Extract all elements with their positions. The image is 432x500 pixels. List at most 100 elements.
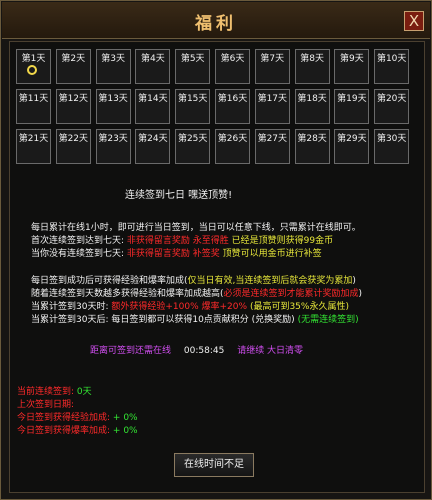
day-cell[interactable]: 第10天: [374, 49, 410, 84]
sign-in-button[interactable]: 在线时间不足: [174, 453, 254, 477]
stat-last-date-label: 上次签到日期:: [17, 400, 75, 410]
day-cell[interactable]: 第30天: [374, 129, 410, 164]
status-note: 请继续 大日清零: [237, 346, 304, 356]
day-label: 第6天: [220, 54, 245, 64]
day-label: 第26天: [217, 134, 248, 144]
day-cell[interactable]: 第24天: [135, 129, 171, 164]
info-line-3-label: 当你没有连续签到七天:: [31, 249, 125, 259]
day-cell[interactable]: 第9天: [334, 49, 370, 84]
info-line-7-b: (无需连续签到): [297, 315, 359, 325]
day-label: 第24天: [138, 134, 168, 144]
day-label: 第11天: [18, 94, 49, 104]
stat-drop-value: + 0%: [112, 426, 138, 436]
day-cell[interactable]: 第4天: [135, 49, 171, 84]
day-label: 第13天: [98, 94, 128, 104]
info-line-6: 当累计签到30天时: 额外获得经验+100% 爆率+20% (最高可到35%永久…: [31, 301, 349, 313]
day-cell[interactable]: 第18天: [294, 89, 330, 124]
day-label: 第20天: [376, 94, 407, 104]
day-label: 第17天: [257, 94, 288, 104]
day-label: 第8天: [300, 54, 324, 64]
day-cell[interactable]: 第16天: [215, 89, 250, 124]
day-label: 第23天: [98, 134, 128, 144]
day-cell[interactable]: 第7天: [254, 49, 290, 84]
day-cell[interactable]: 第28天: [294, 129, 330, 164]
day-label: 第2天: [61, 54, 86, 64]
countdown-timer: 00:58:45: [183, 346, 225, 356]
day-cell[interactable]: 第8天: [294, 49, 330, 84]
stat-streak: 当前连续签到: 0天: [17, 386, 92, 398]
day-cell[interactable]: 第21天: [16, 129, 51, 164]
day-label: 第14天: [138, 94, 168, 104]
day-cell[interactable]: 第27天: [254, 129, 290, 164]
info-line-6-b: 额外获得经验+100% 爆率+20%: [111, 302, 248, 312]
day-label: 第4天: [141, 54, 165, 64]
stat-exp-value: + 0%: [112, 413, 138, 423]
day-label: 第19天: [337, 94, 367, 104]
day-cell[interactable]: 第14天: [135, 89, 171, 124]
info-line-1: 每日累计在线1小时，即可进行当日签到，当日可以任意下线，只需累计在线即可。: [31, 223, 361, 233]
stat-streak-label: 当前连续签到:: [17, 387, 75, 397]
day-label: 第22天: [58, 134, 89, 144]
day-cell[interactable]: 第13天: [95, 89, 131, 124]
day-cell[interactable]: 第2天: [55, 49, 91, 84]
info-line-7-a: 当累计签到30天后: 每日签到都可以获得10点贡献积分 (兑换奖励): [31, 315, 295, 325]
info-line-4-d: ): [352, 276, 356, 286]
day-label: 第5天: [180, 54, 205, 64]
window: 福利 X 第1天 第2天 第3天 第4天 第5天 第6天 第7天 第8天 第9天 第10天第11天…: [0, 0, 432, 500]
day-label: 第1天: [21, 54, 46, 64]
status-line: 距离可签到还需在线 00:58:45 请继续 大日清零: [90, 345, 303, 357]
info-line-2-reward: 非获得留言奖励 永至得胜: [126, 236, 229, 246]
close-button[interactable]: X: [404, 11, 424, 31]
stat-drop: 今日签到获得爆率加成: + 0%: [17, 425, 138, 437]
info-line-6-a: 当累计签到30天时:: [31, 302, 109, 312]
content-panel: 第1天 第2天 第3天 第4天 第5天 第6天 第7天 第8天 第9天 第10天 第11天 第12天第…: [9, 41, 425, 493]
day-label: 第15天: [177, 94, 208, 104]
day-cell[interactable]: 第6天: [215, 49, 250, 84]
day-cell[interactable]: 第19天: [334, 89, 370, 124]
day-label: 第7天: [260, 54, 285, 64]
day-cell[interactable]: 第23天: [95, 129, 131, 164]
day-cell[interactable]: 第3天: [95, 49, 131, 84]
day-label: 第10天: [376, 54, 407, 64]
day-label: 第9天: [340, 54, 364, 64]
day-label: 第30天: [376, 134, 407, 144]
day-cell[interactable]: 第11天: [16, 89, 51, 124]
info-line-2-note: 已经是顶赞则获得99金币: [231, 236, 334, 246]
day-cell[interactable]: 第15天: [175, 89, 211, 124]
info-line-3: 当你没有连续签到七天: 非获得留言奖励 补签奖 顶赞可以用金币进行补签: [31, 248, 322, 260]
day-cell[interactable]: 第5天: [175, 49, 211, 84]
day-label: 第16天: [217, 94, 248, 104]
window-title: 福利: [195, 14, 237, 34]
day-label: 第18天: [297, 94, 327, 104]
info-line-2: 首次连续签到达到七天: 非获得留言奖励 永至得胜 已经是顶赞则获得99金币: [31, 235, 333, 247]
info-line-2-label: 首次连续签到达到七天:: [31, 236, 125, 246]
info-line-3-note: 顶赞可以用金币进行补签: [222, 249, 322, 259]
day-cell[interactable]: 第29天: [334, 129, 370, 164]
info-line-5-c: ): [358, 289, 363, 299]
info-line-5: 随着连续签到天数越多获得经验和爆率加成越高(必须是连续签到才能累计奖励加成): [31, 288, 362, 300]
day-cell[interactable]: 第20天: [374, 89, 410, 124]
day-cell[interactable]: 第12天: [55, 89, 91, 124]
title-bar: 福利 X: [2, 2, 430, 39]
info-line-3-reward: 非获得留言奖励 补签奖: [126, 249, 220, 259]
day-label: 第27天: [257, 134, 288, 144]
info-line-6-c: (最高可到35%永久属性): [249, 302, 349, 312]
day-label: 第29天: [337, 134, 367, 144]
day-cell[interactable]: 第17天: [254, 89, 290, 124]
day-cell[interactable]: 第1天: [16, 49, 51, 84]
ring-icon: [27, 65, 37, 75]
day-cell[interactable]: 第26天: [215, 129, 250, 164]
info-line-5-a: 随着连续签到天数越多获得经验和爆率加成越高(: [31, 289, 224, 299]
day-cell[interactable]: 第22天: [55, 129, 91, 164]
day-label: 第21天: [18, 134, 49, 144]
day-label: 第28天: [297, 134, 327, 144]
info-line-7: 当累计签到30天后: 每日签到都可以获得10点贡献积分 (兑换奖励) (无需连续…: [31, 314, 359, 326]
stat-streak-value: 0天: [76, 387, 92, 397]
day-label: 第3天: [101, 54, 125, 64]
day-label: 第25天: [177, 134, 208, 144]
header-message: 连续签到七日 嘿送顶赞!: [125, 190, 233, 201]
day-cell[interactable]: 第25天: [175, 129, 211, 164]
info-line-5-b: 必须是连续签到才能累计奖励加成: [223, 289, 359, 299]
info-line-4: 每日签到成功后可获得经验和爆率加成(仅当日有效,当连续签到后就会获奖为累加): [31, 275, 356, 287]
stat-exp-label: 今日签到获得经验加成:: [17, 413, 111, 423]
